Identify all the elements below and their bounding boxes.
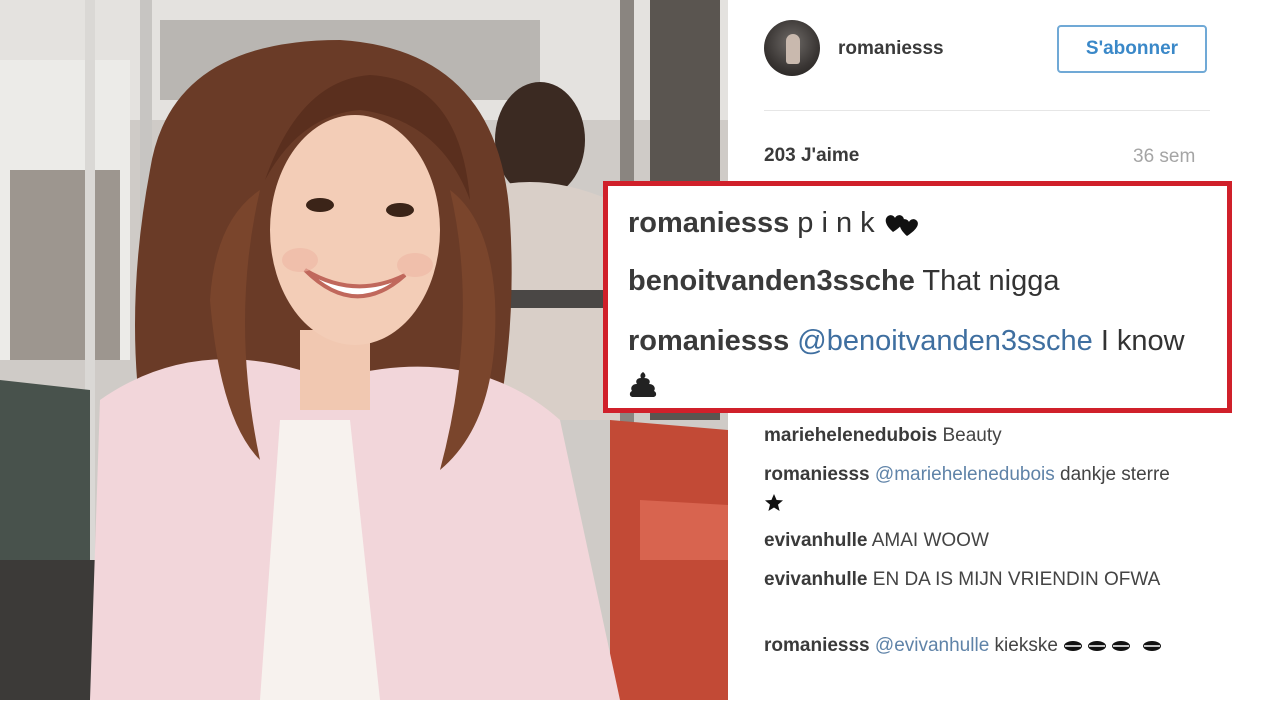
comment: evivanhulle EN DA IS MIJN VRIENDIN OFWA bbox=[764, 566, 1194, 594]
comment: benoitvanden3ssche That nigga bbox=[628, 260, 1218, 302]
post-username[interactable]: romaniesss bbox=[838, 38, 944, 60]
highlighted-comments: romaniesss p i n k benoitvanden3ssche Th… bbox=[603, 181, 1232, 413]
poop-icon bbox=[629, 372, 657, 398]
comment-text: kiekske bbox=[994, 635, 1058, 656]
avatar[interactable] bbox=[764, 20, 820, 76]
comment-text: That nigga bbox=[922, 265, 1060, 297]
comment: romaniesss @benoitvanden3ssche I know bbox=[628, 320, 1218, 404]
two-hearts-icon bbox=[885, 215, 918, 237]
comment-text: dankje sterre bbox=[1060, 464, 1170, 485]
comment-username[interactable]: romaniesss bbox=[764, 464, 870, 485]
comment: romaniesss @mariehelenedubois dankje ste… bbox=[764, 461, 1194, 517]
likes-count[interactable]: 203 J'aime bbox=[764, 145, 859, 167]
comment: evivanhulle AMAI WOOW bbox=[764, 527, 1194, 555]
comment: mariehelenedubois Beauty bbox=[764, 422, 1194, 450]
comment-username[interactable]: benoitvanden3ssche bbox=[628, 265, 915, 297]
star-icon bbox=[765, 493, 783, 511]
bottom-margin bbox=[0, 700, 1280, 720]
comment-username[interactable]: romaniesss bbox=[628, 207, 789, 239]
comment-text: I know bbox=[1100, 325, 1185, 357]
follow-button[interactable]: S'abonner bbox=[1057, 25, 1207, 73]
comment-text: p i n k bbox=[797, 207, 875, 239]
comment-username[interactable]: mariehelenedubois bbox=[764, 425, 937, 446]
post-age[interactable]: 36 sem bbox=[1133, 146, 1195, 168]
kiss-mark-icon bbox=[1143, 640, 1162, 651]
comment-username[interactable]: romaniesss bbox=[764, 635, 870, 656]
comment: romaniesss @evivanhulle kiekske bbox=[764, 632, 1194, 660]
comment-mention[interactable]: @mariehelenedubois bbox=[875, 464, 1055, 485]
kiss-mark-icon bbox=[1064, 640, 1131, 651]
divider bbox=[764, 110, 1210, 111]
comment-username[interactable]: evivanhulle bbox=[764, 530, 868, 551]
comment-mention[interactable]: @evivanhulle bbox=[875, 635, 989, 656]
comment-text: Beauty bbox=[942, 425, 1002, 446]
comment-mention[interactable]: @benoitvanden3ssche bbox=[797, 325, 1092, 357]
comment-text: EN DA IS MIJN VRIENDIN OFWA bbox=[872, 569, 1161, 590]
comment: romaniesss p i n k bbox=[628, 202, 1218, 244]
post-header: romaniesss S'abonner bbox=[728, 0, 1228, 110]
comment-text: AMAI WOOW bbox=[871, 530, 989, 551]
comment-username[interactable]: evivanhulle bbox=[764, 569, 868, 590]
comment-username[interactable]: romaniesss bbox=[628, 325, 789, 357]
